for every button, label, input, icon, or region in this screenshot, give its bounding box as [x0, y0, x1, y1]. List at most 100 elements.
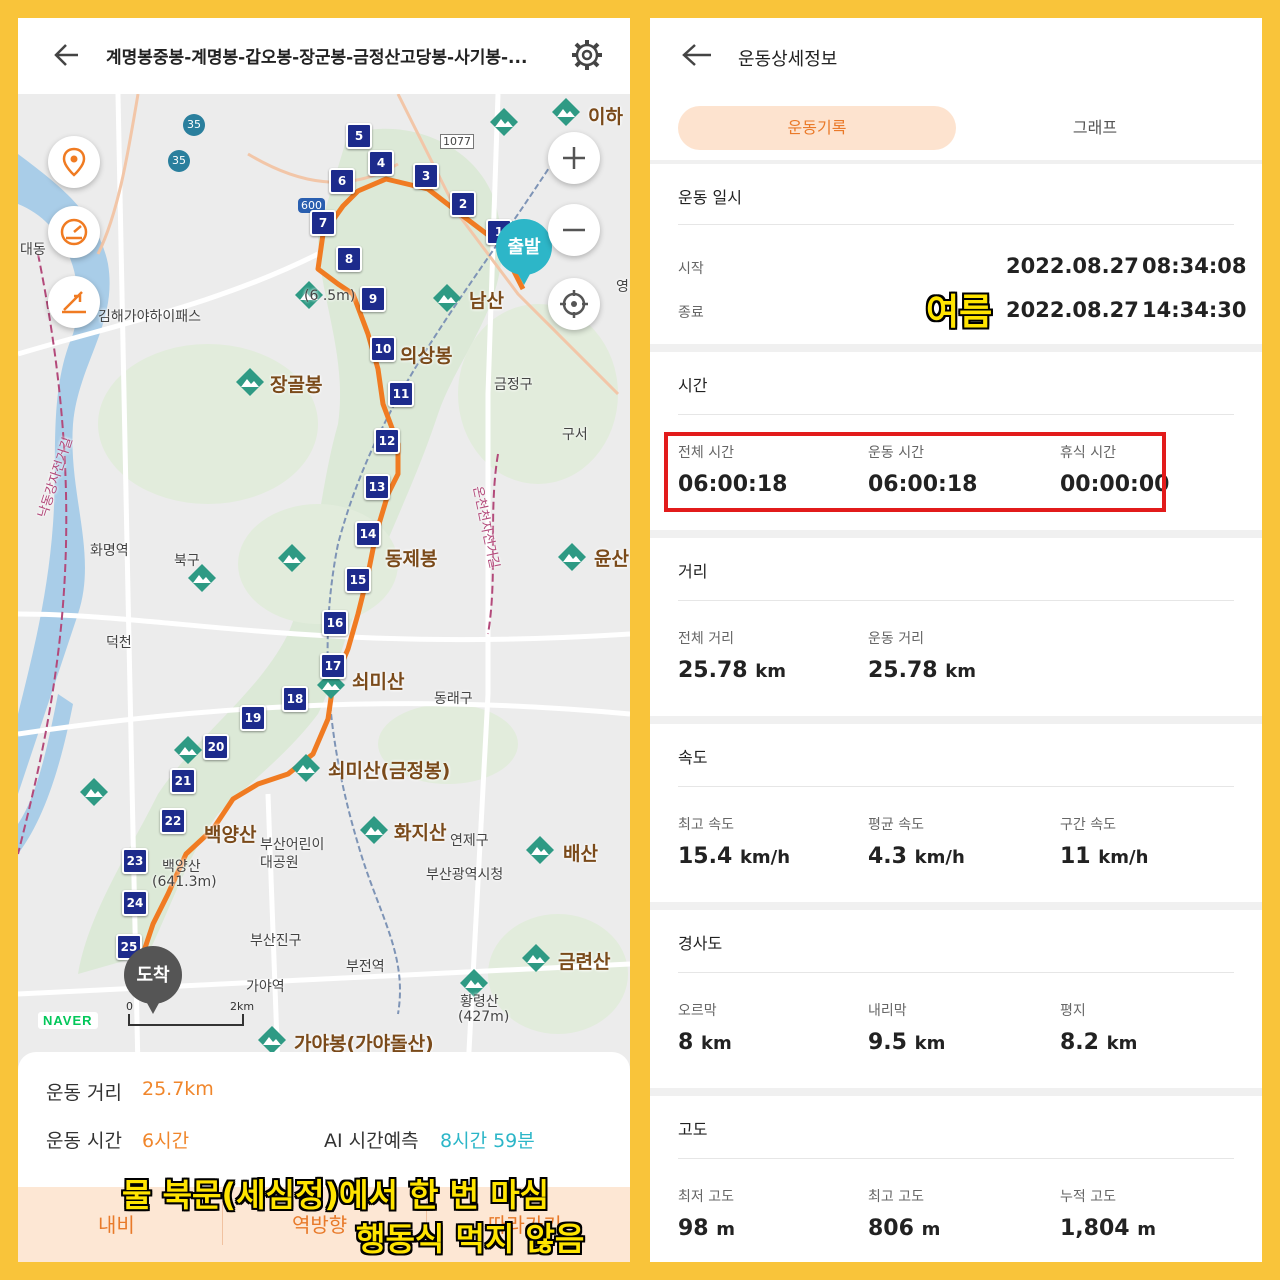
peak-elevation: 백양산 — [162, 859, 201, 875]
caption-water-note: 물 북문(세심정)에서 한 번 마심 — [122, 1176, 550, 1214]
scale-start: 0 — [126, 1000, 133, 1013]
waypoint-marker[interactable]: 3 — [413, 163, 439, 189]
divider — [678, 414, 1234, 415]
tab-graph[interactable]: 그래프 — [980, 106, 1210, 150]
max-altitude-label: 최고 고도 — [868, 1189, 924, 1205]
zoom-in-button[interactable] — [548, 132, 600, 184]
waypoint-marker[interactable]: 17 — [320, 653, 346, 679]
location-pin-icon — [62, 147, 86, 177]
caption-food-note: 행동식 먹지 않음 — [356, 1220, 585, 1258]
waypoint-marker[interactable]: 10 — [370, 336, 396, 362]
waypoint-marker[interactable]: 23 — [122, 848, 148, 874]
value-number: 8 — [678, 1030, 694, 1055]
max-altitude-value: 806 m — [868, 1216, 940, 1241]
waypoint-marker[interactable]: 5 — [346, 123, 372, 149]
waypoint-marker[interactable]: 22 — [160, 808, 186, 834]
waypoint-marker[interactable]: 13 — [364, 474, 390, 500]
waypoint-marker[interactable]: 14 — [355, 521, 381, 547]
min-altitude-value: 98 m — [678, 1216, 735, 1241]
back-arrow-icon[interactable] — [52, 40, 82, 70]
naver-logo: NAVER — [38, 1012, 98, 1029]
waypoint-marker[interactable]: 16 — [322, 610, 348, 636]
peak-label: 동제봉 — [385, 548, 438, 570]
waypoint-marker[interactable]: 11 — [388, 381, 414, 407]
place-label: 부산진구 — [250, 933, 302, 949]
waypoint-marker[interactable]: 9 — [360, 286, 386, 312]
downhill-label: 내리막 — [868, 1003, 907, 1019]
mountain-icon — [236, 368, 264, 396]
waypoint-marker[interactable]: 2 — [450, 191, 476, 217]
start-pin[interactable]: 출발 — [496, 219, 552, 295]
start-label: 시작 — [678, 261, 704, 277]
value-number: 9.5 — [868, 1030, 907, 1055]
waypoint-marker[interactable]: 8 — [336, 246, 362, 272]
value-number: 4.3 — [868, 844, 907, 869]
divider — [678, 972, 1234, 973]
mountain-icon — [526, 836, 554, 864]
waypoint-marker[interactable]: 12 — [374, 428, 400, 454]
min-altitude-label: 최저 고도 — [678, 1189, 734, 1205]
place-label: 대동 — [20, 242, 46, 258]
section-title: 시간 — [678, 376, 708, 395]
waypoint-marker[interactable]: 21 — [170, 768, 196, 794]
value-number: 1,804 — [1060, 1216, 1130, 1241]
route-slope-button[interactable] — [48, 276, 100, 328]
place-label: 가야역 — [246, 979, 285, 995]
peak-label: 쇠미산 — [352, 671, 405, 693]
waypoint-marker[interactable]: 18 — [282, 686, 308, 712]
divider — [678, 786, 1234, 787]
value-unit: m — [921, 1219, 941, 1240]
total-distance-label: 전체 거리 — [678, 631, 734, 647]
value-unit: km/h — [914, 847, 965, 868]
cumulative-altitude-label: 누적 고도 — [1060, 1189, 1116, 1205]
moving-distance-value: 25.78 km — [868, 658, 976, 683]
mountain-icon — [174, 736, 202, 764]
distance-value: 25.7km — [142, 1078, 214, 1100]
crosshair-icon — [560, 290, 588, 318]
waypoint-marker[interactable]: 7 — [310, 210, 336, 236]
slope-card: 경사도 오르막 8 km 내리막 9.5 km 평지 8.2 km — [650, 910, 1262, 1088]
back-arrow-icon[interactable] — [680, 40, 714, 70]
start-time: 08:34:08 — [1142, 254, 1247, 278]
route-map[interactable]: 이하 장골봉 남산 의상봉 동제봉 쇠미산 쇠미산(금정봉) 백양산 화지산 배… — [18, 94, 630, 1070]
distance-label: 운동 거리 — [46, 1082, 122, 1104]
section-title: 경사도 — [678, 934, 723, 953]
waypoint-marker[interactable]: 24 — [122, 890, 148, 916]
mountain-icon — [278, 544, 306, 572]
ai-estimate-value: 8시간 59분 — [440, 1130, 535, 1152]
my-location-button[interactable] — [548, 278, 600, 330]
moving-distance-label: 운동 거리 — [868, 631, 924, 647]
place-label: 북구 — [174, 553, 200, 569]
peak-elevation: 황령산 — [460, 994, 499, 1010]
peak-label: 윤산 — [594, 548, 629, 570]
tab-workout-record[interactable]: 운동기록 — [678, 106, 956, 150]
peak-label: 화지산 — [394, 822, 447, 844]
waypoint-marker[interactable]: 4 — [368, 150, 394, 176]
peak-label: 쇠미산(금정봉) — [328, 760, 451, 782]
waypoint-marker[interactable]: 20 — [203, 734, 229, 760]
peak-label: 의상봉 — [400, 345, 453, 367]
time-value: 6시간 — [142, 1130, 190, 1152]
ai-estimate-label: AI 시간예측 — [324, 1130, 419, 1152]
time-label: 운동 시간 — [46, 1130, 122, 1152]
value-number: 98 — [678, 1216, 709, 1241]
waypoint-marker[interactable]: 19 — [240, 705, 266, 731]
waypoint-marker[interactable]: 6 — [329, 168, 355, 194]
peak-label: 장골봉 — [270, 374, 323, 396]
altitude-card: 고도 최저 고도 98 m 최고 고도 806 m 누적 고도 1,804 m — [650, 1096, 1262, 1262]
plus-icon — [563, 147, 585, 169]
place-label: 영 — [616, 279, 629, 295]
place-label: 화명역 — [90, 543, 129, 559]
waypoint-marker[interactable]: 15 — [345, 567, 371, 593]
segment-speed-label: 구간 속도 — [1060, 817, 1116, 833]
value-unit: km/h — [1098, 847, 1149, 868]
gear-icon[interactable] — [570, 38, 604, 72]
value-number: 806 — [868, 1216, 914, 1241]
mountain-icon — [552, 98, 580, 126]
section-title: 거리 — [678, 562, 708, 581]
divider — [678, 224, 1234, 225]
place-label: 부전역 — [346, 959, 385, 975]
speedometer-button[interactable] — [48, 206, 100, 258]
location-pin-button[interactable] — [48, 136, 100, 188]
zoom-out-button[interactable] — [548, 204, 600, 256]
